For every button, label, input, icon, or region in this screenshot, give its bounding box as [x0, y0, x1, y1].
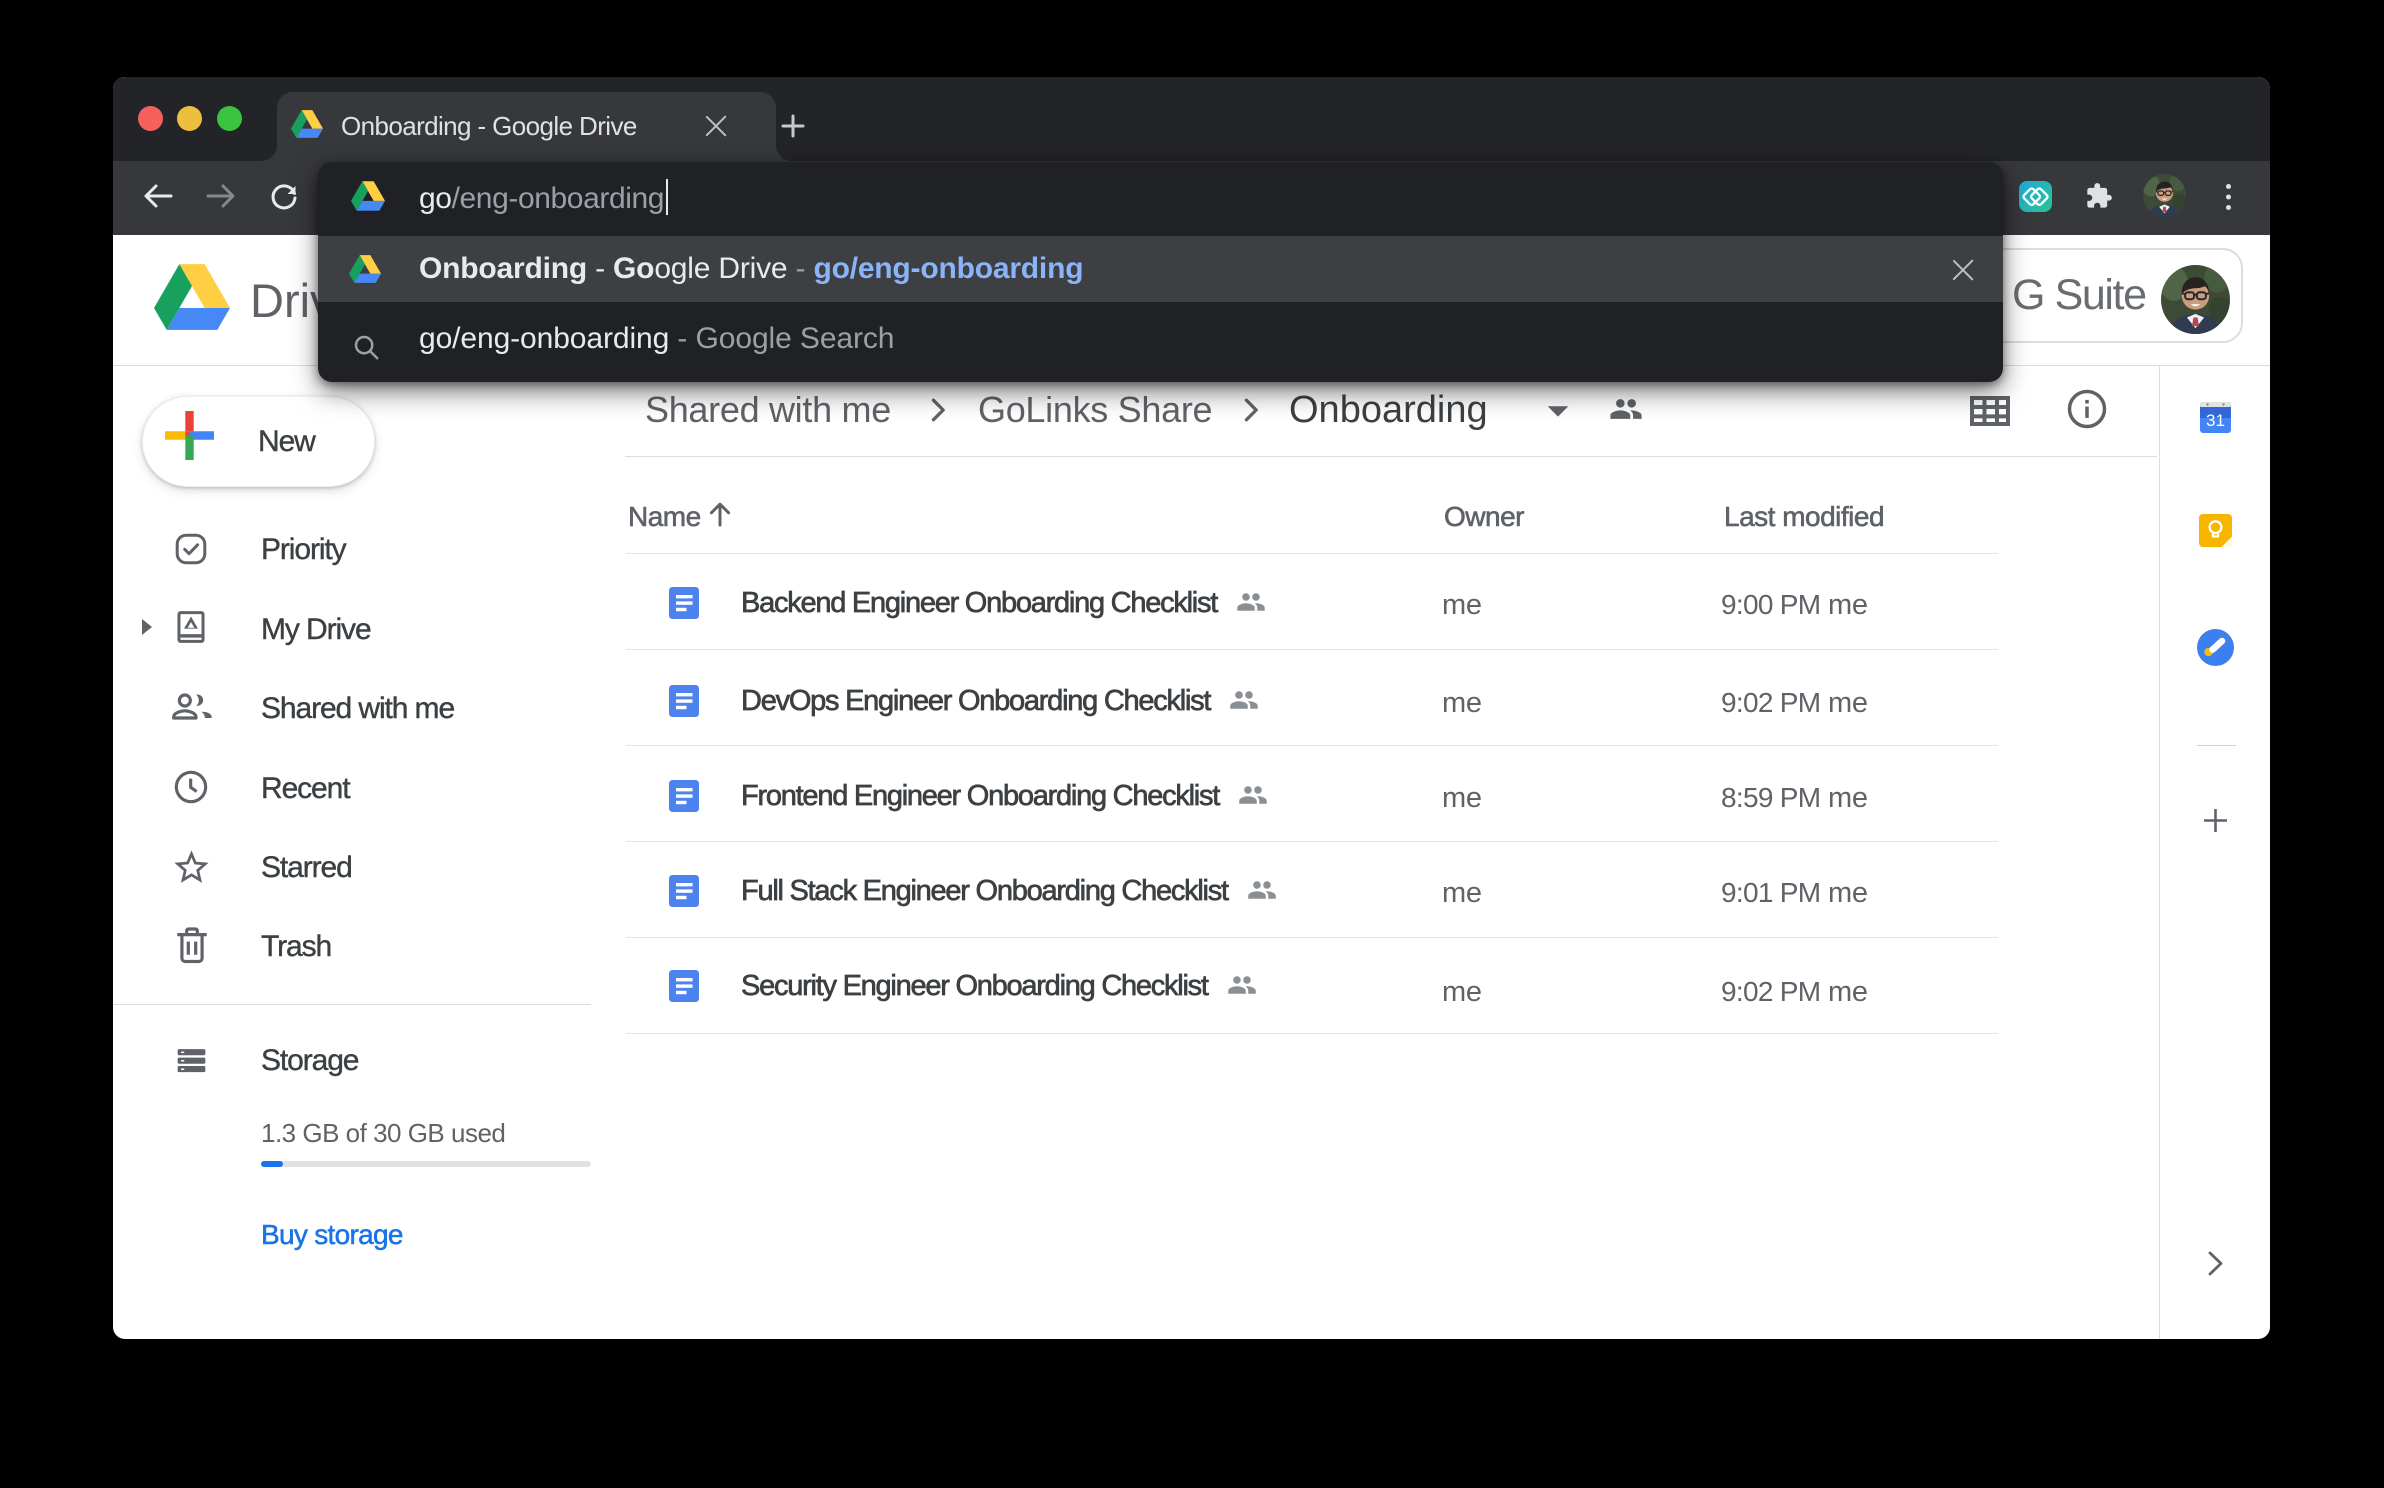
svg-text:31: 31: [2206, 411, 2225, 430]
